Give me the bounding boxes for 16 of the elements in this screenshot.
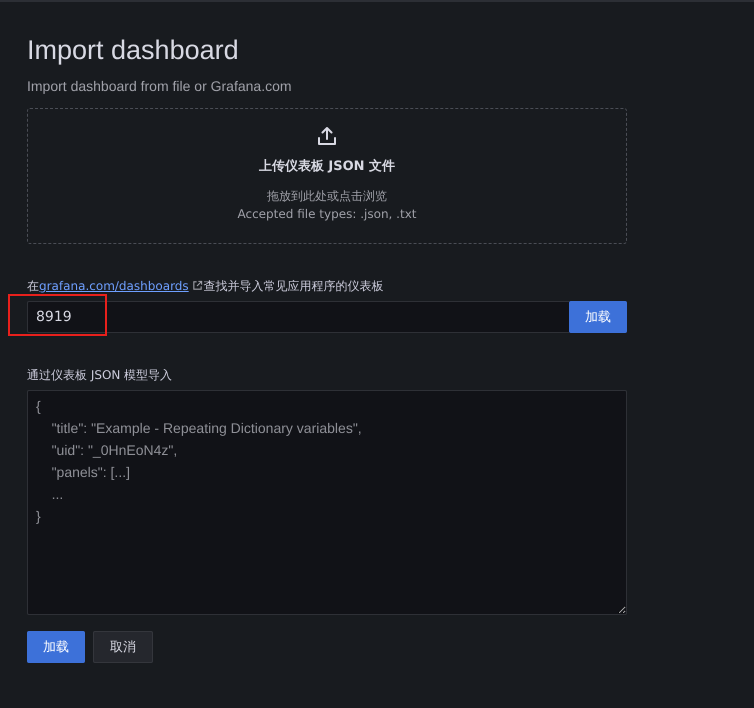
grafana-link[interactable]: grafana.com/dashboards <box>39 279 189 293</box>
json-model-field[interactable]: { "title": "Example - Repeating Dictionary variables", "uid": "_0HnEoN4z", "panels": [...] ... } <box>27 390 627 615</box>
json-model-label: 通过仪表板 JSON 模型导入 <box>27 367 174 384</box>
upload-hint: 拖放到此处或点击浏览 <box>266 188 388 205</box>
upload-dropzone[interactable]: 上传仪表板 JSON 文件 拖放到此处或点击浏览 Accepted file types: .json, .txt <box>27 108 627 244</box>
upload-icon <box>316 125 338 147</box>
load-button[interactable]: 加载 <box>27 631 85 663</box>
cancel-button[interactable]: 取消 <box>93 631 153 663</box>
grafana-import-label: 在grafana.com/dashboards 查找并导入常见应用程序的仪表板 <box>27 278 385 295</box>
upload-title: 上传仪表板 JSON 文件 <box>258 158 396 175</box>
accepted-types: Accepted file types: .json, .txt <box>237 206 417 223</box>
page-title: Import dashboard <box>27 34 240 67</box>
load-button[interactable]: 加载 <box>569 301 627 333</box>
external-link-icon <box>192 280 203 291</box>
dashboard-id-field[interactable]: 8919 <box>27 301 569 333</box>
page-subtitle: Import dashboard from file or Grafana.com <box>27 78 293 94</box>
